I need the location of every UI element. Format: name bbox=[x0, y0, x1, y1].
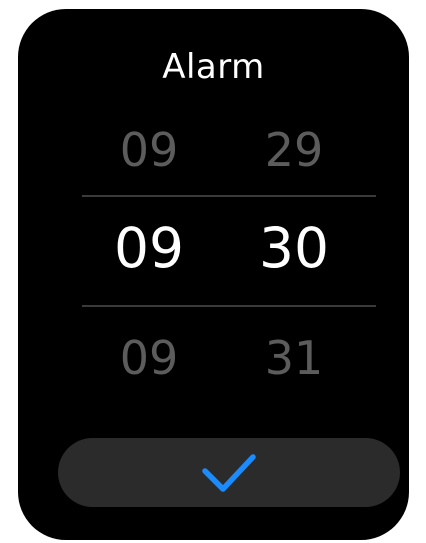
picker-row-selected[interactable]: 09 30 bbox=[18, 208, 409, 288]
hour-value-selected[interactable]: 09 bbox=[94, 208, 204, 288]
picker-row-next[interactable]: 09 31 bbox=[18, 323, 409, 393]
watch-screen: Alarm 09 29 09 30 09 31 bbox=[18, 9, 409, 540]
minute-value-previous[interactable]: 29 bbox=[239, 115, 349, 185]
hour-value-next[interactable]: 09 bbox=[94, 323, 204, 393]
checkmark-icon bbox=[202, 453, 256, 492]
screen-title: Alarm bbox=[162, 47, 265, 87]
selection-divider-top bbox=[82, 195, 376, 197]
picker-row-previous[interactable]: 09 29 bbox=[18, 115, 409, 185]
selection-divider-bottom bbox=[82, 305, 376, 307]
minute-value-selected[interactable]: 30 bbox=[239, 208, 349, 288]
hour-value-previous[interactable]: 09 bbox=[94, 115, 204, 185]
time-picker[interactable]: 09 29 09 30 09 31 bbox=[18, 111, 409, 401]
minute-value-next[interactable]: 31 bbox=[239, 323, 349, 393]
confirm-button[interactable] bbox=[58, 438, 400, 507]
